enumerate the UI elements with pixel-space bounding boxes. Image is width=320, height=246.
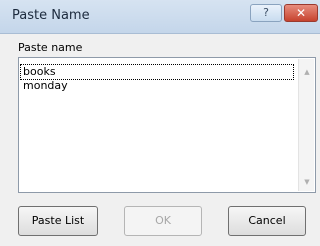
ok-button[interactable]: OK (124, 206, 202, 236)
title-bar[interactable]: Paste Name ? ✕ (0, 0, 320, 34)
scroll-up-icon[interactable]: ▲ (301, 67, 313, 77)
vertical-scrollbar[interactable]: ▲ ▼ (298, 59, 314, 191)
help-button[interactable]: ? (250, 4, 282, 22)
scroll-down-icon[interactable]: ▼ (301, 177, 313, 187)
paste-list-button[interactable]: Paste List (18, 206, 98, 236)
dialog-title: Paste Name (12, 8, 90, 23)
list-item[interactable]: books (20, 64, 294, 80)
list-item[interactable]: monday (21, 79, 293, 93)
paste-name-dialog: Paste Name ? ✕ Paste name books monday ▲… (0, 0, 320, 246)
paste-name-label: Paste name (18, 41, 83, 54)
close-icon: ✕ (295, 6, 307, 20)
close-button[interactable]: ✕ (284, 4, 318, 22)
cancel-button[interactable]: Cancel (228, 206, 306, 236)
names-listbox[interactable]: books monday ▲ ▼ (18, 57, 316, 193)
help-icon: ? (263, 6, 269, 19)
